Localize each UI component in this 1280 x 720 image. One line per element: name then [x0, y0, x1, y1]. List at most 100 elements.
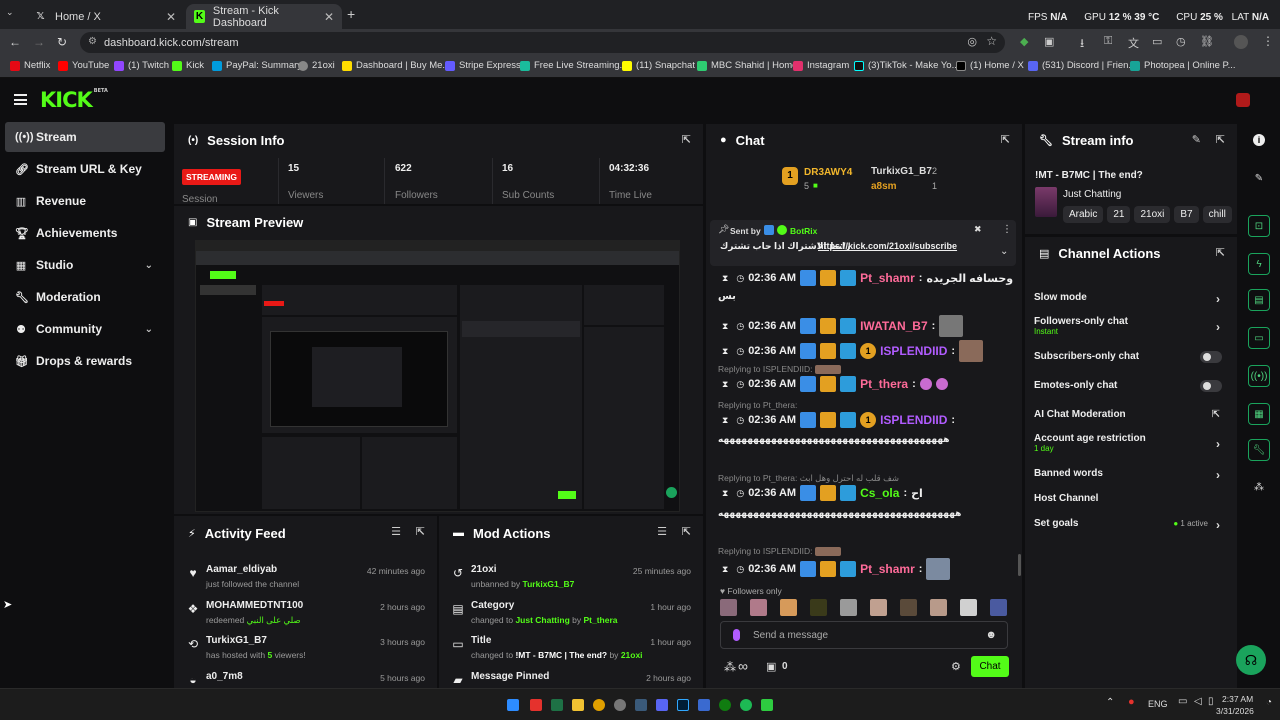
- tag[interactable]: B7: [1174, 206, 1199, 223]
- stream-preview-video[interactable]: [195, 240, 680, 512]
- start-button[interactable]: [507, 699, 519, 711]
- sidebar-item-drops-rewards[interactable]: 🎁︎ Drops & rewards: [5, 346, 165, 376]
- chat-message[interactable]: ⧗ ◷ 02:36 AM Pt_shamr: وحسافه الجريده: [714, 270, 1013, 286]
- language-indicator[interactable]: ENG: [1148, 699, 1168, 709]
- message-user[interactable]: Pt_shamr: [860, 271, 915, 285]
- bookmark-twitch[interactable]: (1) Twitch: [114, 60, 169, 71]
- bookmark-paypal[interactable]: PayPal: Summary: [212, 60, 302, 71]
- user-avatar[interactable]: [1236, 93, 1250, 107]
- popout-icon[interactable]: ⇱: [1216, 246, 1225, 259]
- tag[interactable]: chill: [1202, 206, 1232, 223]
- gear-icon[interactable]: ⚙: [951, 660, 961, 673]
- emote-button[interactable]: [990, 599, 1007, 616]
- reply-context[interactable]: Replying to Pt_thera:: [718, 400, 797, 410]
- popout-icon[interactable]: ⇱: [1001, 133, 1010, 146]
- bookmark-streaming[interactable]: Free Live Streaming...: [520, 60, 627, 71]
- leader-second[interactable]: TurkixG1_B7: [871, 166, 932, 177]
- reload-icon[interactable]: ↻: [57, 35, 67, 49]
- pinned-sender[interactable]: BotRix: [790, 226, 817, 236]
- chat-tool-icon[interactable]: ▭: [1248, 327, 1270, 349]
- detail-highlight[interactable]: 21oxi: [621, 650, 643, 660]
- activity-user[interactable]: a0_7m8: [206, 671, 243, 682]
- sidebar-item-achievements[interactable]: 🏆︎ Achievements: [5, 218, 165, 248]
- taskbar-app-icon[interactable]: [761, 699, 773, 711]
- popout-icon[interactable]: ⇱: [416, 525, 425, 538]
- emoji-icon[interactable]: ☻: [985, 629, 997, 641]
- activity-user[interactable]: Aamar_eldiyab: [206, 564, 277, 575]
- tab-list-button[interactable]: ⌄: [6, 7, 22, 21]
- chat-message[interactable]: ⧗ ◷ 02:36 AM 1 ISPLENDIID:: [714, 340, 984, 362]
- translate-icon[interactable]: 文: [1128, 35, 1139, 51]
- site-info-icon[interactable]: ⚙: [88, 36, 97, 47]
- category-thumbnail[interactable]: [1035, 187, 1057, 217]
- bookmark-youtube[interactable]: YouTube: [58, 60, 109, 71]
- sidebar-item-community[interactable]: ⚉ Community ⌄: [5, 314, 165, 344]
- taskbar-app-icon[interactable]: [614, 699, 626, 711]
- community-icon[interactable]: ⁂: [724, 660, 736, 674]
- broadcast-tool-icon[interactable]: ((•)): [1248, 365, 1270, 387]
- popout-icon[interactable]: ⇱: [682, 525, 691, 538]
- tag[interactable]: Arabic: [1063, 206, 1104, 223]
- link-icon[interactable]: ⛓: [1200, 35, 1214, 48]
- bookmark-photopea[interactable]: Photopea | Online P...: [1130, 60, 1236, 71]
- reply-context[interactable]: Replying to ISPLENDIID:: [718, 364, 841, 375]
- forward-icon[interactable]: →: [33, 35, 45, 49]
- sidebar-item-studio[interactable]: ▦ Studio ⌄: [5, 250, 165, 280]
- tab-home-x[interactable]: 𝕏 Home / X ✕: [26, 4, 184, 29]
- tray-chevron-icon[interactable]: ⌃: [1106, 697, 1114, 708]
- tag[interactable]: 21: [1107, 206, 1131, 223]
- emote-button[interactable]: [840, 599, 857, 616]
- address-bar[interactable]: ⚙ dashboard.kick.com/stream ◎ ☆: [80, 32, 1005, 53]
- new-tab-button[interactable]: +: [347, 6, 355, 22]
- subscribers-only-toggle[interactable]: [1200, 351, 1222, 363]
- filter-icon[interactable]: ☰: [391, 525, 401, 538]
- clock-time[interactable]: 2:37 AM: [1222, 694, 1253, 704]
- key-icon[interactable]: ⚿: [1104, 35, 1112, 48]
- mic-icon[interactable]: [733, 629, 740, 641]
- capture-tool-icon[interactable]: ⊡: [1248, 215, 1270, 237]
- card-icon[interactable]: ▭: [1152, 35, 1162, 48]
- followers-only-action[interactable]: Followers-only chat Instant ›: [1024, 316, 1238, 336]
- chat-message[interactable]: ⧗ ◷ 02:36 AM Cs_ola: اح: [714, 485, 923, 501]
- edit-icon[interactable]: ✎: [1192, 133, 1201, 146]
- back-icon[interactable]: ←: [9, 35, 21, 49]
- popout-icon[interactable]: ⇱: [1216, 133, 1225, 146]
- close-icon[interactable]: ✕: [324, 10, 334, 24]
- account-age-action[interactable]: Account age restriction 1 day ›: [1024, 433, 1238, 453]
- emote-button[interactable]: [900, 599, 917, 616]
- support-fab[interactable]: ☊: [1236, 645, 1266, 675]
- reply-context[interactable]: Replying to ISPLENDIID:: [718, 546, 841, 557]
- download-icon[interactable]: ⭳: [1080, 34, 1084, 55]
- message-user[interactable]: ISPLENDIID: [880, 344, 947, 358]
- history-icon[interactable]: ◷: [1176, 35, 1186, 48]
- unpin-icon[interactable]: ✖: [974, 224, 982, 235]
- banned-words-action[interactable]: Banned words ›: [1024, 468, 1238, 482]
- bookmark-buymeacoffee[interactable]: Dashboard | Buy Me...: [342, 60, 450, 71]
- category-name[interactable]: Just Chatting: [1063, 189, 1121, 200]
- chevron-down-icon[interactable]: ⌄: [145, 260, 153, 271]
- extensions-icon[interactable]: ▣: [1044, 35, 1054, 48]
- menu-icon[interactable]: ⋮: [1262, 34, 1274, 48]
- more-icon[interactable]: ⋮: [1002, 224, 1012, 235]
- spotify-icon[interactable]: [740, 699, 752, 711]
- edit-tool-icon[interactable]: ✎: [1248, 167, 1270, 189]
- emote-button[interactable]: [720, 599, 737, 616]
- photoshop-icon[interactable]: [677, 699, 689, 711]
- leader-first[interactable]: DR3AWY4: [804, 167, 852, 178]
- scrollbar[interactable]: [1018, 554, 1021, 576]
- ai-moderation-action[interactable]: AI Chat Moderation ⇱: [1024, 409, 1238, 420]
- profile-avatar[interactable]: [1234, 35, 1248, 49]
- bookmark-stripe[interactable]: Stripe Express: [445, 60, 521, 71]
- chat-input[interactable]: Send a message ☻: [720, 621, 1008, 649]
- bookmark-shahid[interactable]: MBC Shahid | Home: [697, 60, 797, 71]
- taskbar-app-icon[interactable]: [530, 699, 542, 711]
- chat-message[interactable]: ⧗ ◷ 02:36 AM 1 ISPLENDIID:: [714, 412, 955, 428]
- set-goals-action[interactable]: Set goals ● 1 active ›: [1024, 518, 1238, 532]
- bookmark-instagram[interactable]: Instagram: [793, 60, 849, 71]
- message-user[interactable]: Pt_thera: [860, 377, 908, 391]
- send-chat-button[interactable]: Chat: [971, 656, 1009, 677]
- bookmark-kick[interactable]: Kick: [172, 60, 204, 71]
- emote-button[interactable]: [810, 599, 827, 616]
- xbox-icon[interactable]: [719, 699, 731, 711]
- hamburger-menu-icon[interactable]: [14, 94, 27, 105]
